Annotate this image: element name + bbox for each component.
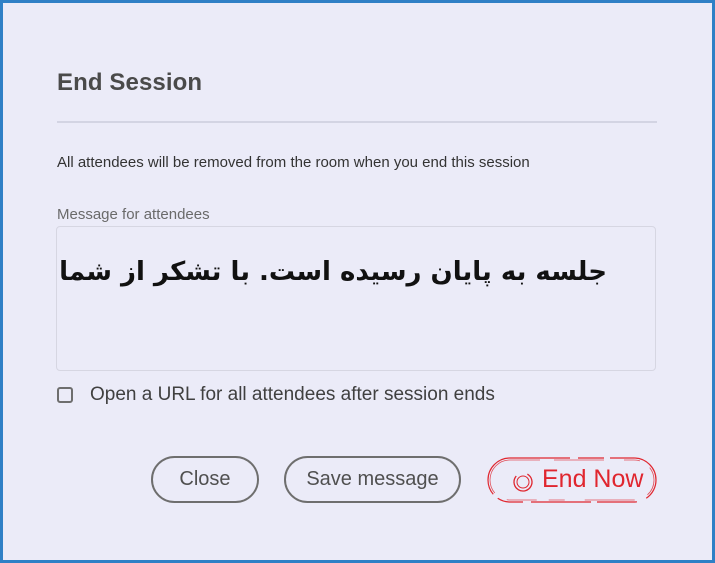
save-message-button[interactable]: Save message	[284, 456, 461, 503]
open-url-checkbox-label[interactable]: Open a URL for all attendees after sessi…	[90, 384, 495, 406]
end-now-button[interactable]: End Now	[486, 456, 658, 504]
message-textarea[interactable]: جلسه به پایان رسیده است. با تشکر از شما	[56, 226, 656, 371]
open-url-option[interactable]: Open a URL for all attendees after sessi…	[57, 384, 495, 406]
power-icon	[513, 472, 533, 492]
message-text: جلسه به پایان رسیده است. با تشکر از شما	[59, 257, 607, 287]
dialog-description: All attendees will be removed from the r…	[57, 154, 530, 171]
title-divider	[57, 121, 657, 123]
close-button-label: Close	[179, 468, 231, 490]
end-now-button-label: End Now	[542, 465, 644, 493]
dialog-title: End Session	[57, 69, 203, 96]
end-session-dialog: End Session All attendees will be remove…	[0, 0, 715, 563]
message-field-label: Message for attendees	[57, 206, 210, 223]
close-button[interactable]: Close	[151, 456, 259, 503]
save-message-button-label: Save message	[306, 468, 439, 490]
open-url-checkbox[interactable]	[57, 387, 73, 403]
